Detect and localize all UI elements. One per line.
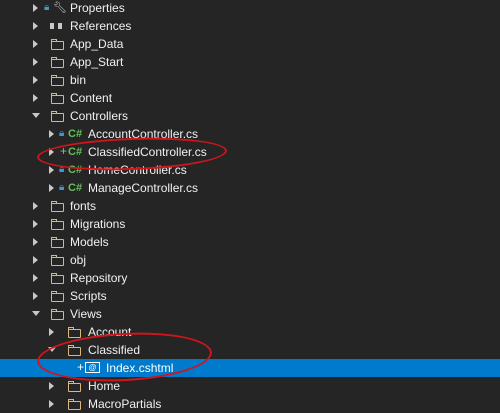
lock-icon: 🔒︎	[59, 182, 65, 193]
tree-item-label: Content	[70, 91, 113, 105]
tree-item-label: App_Data	[70, 37, 124, 51]
tree-item-label: obj	[70, 253, 87, 267]
tree-item-controllers[interactable]: Controllers	[0, 107, 500, 125]
tree-item-views-account[interactable]: Account	[0, 323, 500, 341]
tree-item-obj[interactable]: obj	[0, 251, 500, 269]
folder-icon	[51, 237, 66, 248]
collapse-arrow-icon[interactable]	[31, 107, 41, 125]
tree-item-label: References	[70, 19, 132, 33]
lock-icon: 🔒︎	[59, 128, 65, 139]
tree-item-label: Properties	[70, 1, 125, 15]
tree-item-references[interactable]: References	[0, 17, 500, 35]
tree-item-app-data[interactable]: App_Data	[0, 35, 500, 53]
expand-arrow-icon[interactable]	[31, 197, 41, 215]
tree-item-migrations[interactable]: Migrations	[0, 215, 500, 233]
tree-item-properties[interactable]: 🔒︎ 🔧︎ Properties	[0, 0, 500, 17]
expand-arrow-icon[interactable]	[47, 323, 57, 341]
expand-arrow-icon[interactable]	[31, 35, 41, 53]
expand-arrow-icon[interactable]	[31, 251, 41, 269]
tree-item-app-start[interactable]: App_Start	[0, 53, 500, 71]
tree-item-label: Models	[70, 235, 109, 249]
wrench-icon: 🔧︎	[53, 2, 67, 14]
tree-item-repository[interactable]: Repository	[0, 269, 500, 287]
tree-item-label: MacroPartials	[88, 397, 162, 411]
tree-item-fonts[interactable]: fonts	[0, 197, 500, 215]
folder-icon	[51, 75, 66, 86]
expand-arrow-icon[interactable]	[47, 125, 57, 143]
tree-item-views-macropartials[interactable]: MacroPartials	[0, 395, 500, 413]
folder-icon	[51, 255, 66, 266]
open-folder-icon	[51, 111, 66, 122]
expand-arrow-icon[interactable]	[31, 53, 41, 71]
folder-icon	[68, 327, 83, 338]
folder-icon	[51, 39, 66, 50]
tree-item-managecontroller[interactable]: 🔒︎ C# ManageController.cs	[0, 179, 500, 197]
expand-arrow-icon[interactable]	[31, 215, 41, 233]
references-icon	[50, 23, 63, 29]
folder-icon	[51, 201, 66, 212]
tree-item-views-home[interactable]: Home	[0, 377, 500, 395]
expand-arrow-icon[interactable]	[31, 269, 41, 287]
expand-arrow-icon[interactable]	[47, 179, 57, 197]
expand-arrow-icon[interactable]	[47, 395, 57, 413]
expand-arrow-icon[interactable]	[31, 17, 41, 35]
folder-icon	[51, 273, 66, 284]
folder-icon	[51, 57, 66, 68]
csharp-file-icon: C#	[68, 128, 83, 140]
tree-item-label: fonts	[70, 199, 97, 213]
tree-item-label: ManageController.cs	[88, 181, 199, 195]
open-folder-icon	[51, 309, 66, 320]
tree-item-label: Controllers	[70, 109, 129, 123]
tree-item-label: Scripts	[70, 289, 107, 303]
tree-item-label: App_Start	[70, 55, 124, 69]
expand-arrow-icon[interactable]	[31, 89, 41, 107]
lock-icon: 🔒︎	[44, 2, 50, 13]
expand-arrow-icon[interactable]	[31, 287, 41, 305]
collapse-arrow-icon[interactable]	[31, 305, 41, 323]
tree-item-label: Views	[70, 307, 102, 321]
folder-icon	[51, 291, 66, 302]
tree-item-label: bin	[70, 73, 87, 87]
folder-icon	[51, 219, 66, 230]
folder-icon	[68, 381, 83, 392]
tree-item-scripts[interactable]: Scripts	[0, 287, 500, 305]
expand-arrow-icon[interactable]	[31, 71, 41, 89]
tree-item-views[interactable]: Views	[0, 305, 500, 323]
tree-item-content[interactable]: Content	[0, 89, 500, 107]
expand-arrow-icon[interactable]	[31, 233, 41, 251]
folder-icon	[68, 399, 83, 410]
csharp-file-icon: C#	[68, 182, 83, 194]
tree-item-bin[interactable]: bin	[0, 71, 500, 89]
expand-arrow-icon[interactable]	[31, 0, 41, 17]
tree-item-label: Repository	[70, 271, 128, 285]
tree-item-models[interactable]: Models	[0, 233, 500, 251]
tree-item-accountcontroller[interactable]: 🔒︎ C# AccountController.cs	[0, 125, 500, 143]
tree-item-label: Migrations	[70, 217, 126, 231]
folder-icon	[51, 93, 66, 104]
expand-arrow-icon[interactable]	[47, 377, 57, 395]
